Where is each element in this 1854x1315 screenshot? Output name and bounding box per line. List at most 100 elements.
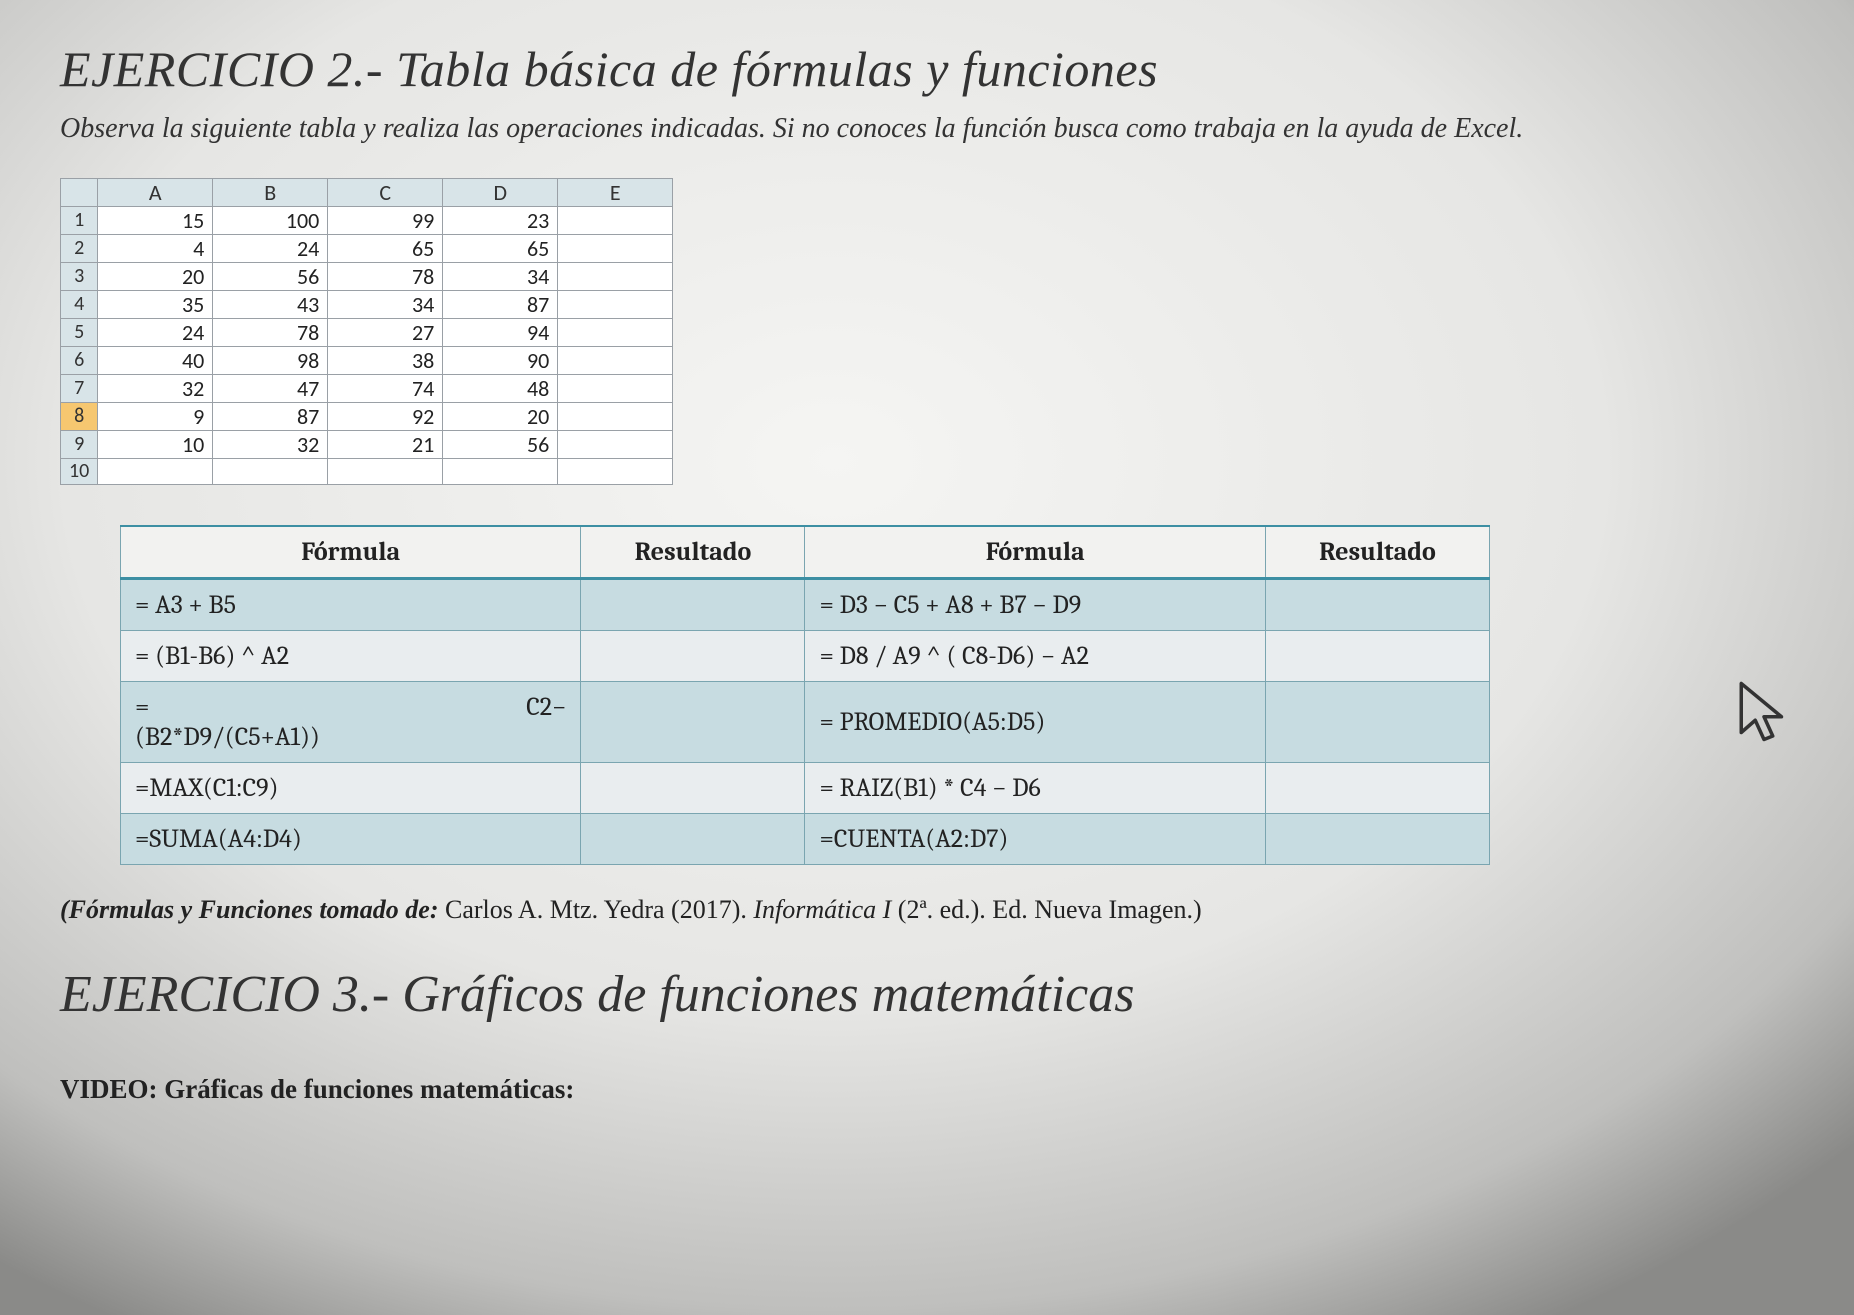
sheet-cell: 9 [98, 402, 213, 430]
sheet-cell: 78 [213, 318, 328, 346]
col-header: D [443, 178, 558, 206]
sheet-cell [558, 430, 673, 458]
result-cell [1265, 578, 1489, 630]
sheet-cell: 78 [328, 262, 443, 290]
formula-cell: = A3 + B5 [121, 578, 581, 630]
result-cell [1265, 681, 1489, 762]
col-header: C [328, 178, 443, 206]
sheet-cell: 92 [328, 402, 443, 430]
sheet-cell: 98 [213, 346, 328, 374]
formula-cell: = PROMEDIO(A5:D5) [805, 681, 1265, 762]
sheet-cell: 21 [328, 430, 443, 458]
sheet-cell: 87 [213, 402, 328, 430]
row-header: 3 [61, 262, 98, 290]
result-cell [1265, 630, 1489, 681]
heading-ejercicio-3: EJERCICIO 3.- Gráficos de funciones mate… [60, 965, 1794, 1024]
sheet-cell: 87 [443, 290, 558, 318]
sheet-cell: 47 [213, 374, 328, 402]
sheet-cell [558, 290, 673, 318]
sheet-cell [558, 262, 673, 290]
heading-ejercicio-2: EJERCICIO 2.- Tabla básica de fórmulas y… [60, 40, 1794, 98]
formula-cell: = (B1-B6) ^ A2 [121, 630, 581, 681]
sheet-cell [213, 458, 328, 484]
sheet-cell [558, 374, 673, 402]
formula-cell: =MAX(C1:C9) [121, 762, 581, 813]
formula-exercise-table: Fórmula Resultado Fórmula Resultado = A3… [120, 525, 1490, 865]
row-header: 8 [61, 402, 98, 430]
citation-lead: (Fórmulas y Funciones tomado de: [60, 895, 445, 924]
citation-author: Carlos A. Mtz. Yedra (2017). [445, 895, 747, 924]
result-cell [1265, 762, 1489, 813]
sheet-cell [328, 458, 443, 484]
row-header: 7 [61, 374, 98, 402]
sheet-cell [558, 318, 673, 346]
formula-cell: =CUENTA(A2:D7) [805, 813, 1265, 864]
sheet-corner [61, 178, 98, 206]
sheet-cell: 56 [213, 262, 328, 290]
sheet-cell: 100 [213, 206, 328, 234]
sheet-cell: 20 [443, 402, 558, 430]
result-cell [581, 681, 805, 762]
formula-cell: = RAIZ(B1) * C4 − D6 [805, 762, 1265, 813]
video-label: VIDEO: Gráficas de funciones matemáticas… [60, 1074, 1794, 1105]
sheet-cell: 10 [98, 430, 213, 458]
sheet-cell: 24 [213, 234, 328, 262]
row-header: 2 [61, 234, 98, 262]
sheet-cell: 90 [443, 346, 558, 374]
sheet-cell [558, 458, 673, 484]
spreadsheet-data-table: A B C D E 115100992324246565320567834435… [60, 178, 673, 485]
row-header: 4 [61, 290, 98, 318]
col-header: E [558, 178, 673, 206]
col-header: A [98, 178, 213, 206]
sheet-cell: 4 [98, 234, 213, 262]
sheet-cell: 27 [328, 318, 443, 346]
sheet-cell [98, 458, 213, 484]
sheet-cell: 32 [98, 374, 213, 402]
citation-work: Informática I [747, 895, 898, 924]
result-header: Resultado [1265, 526, 1489, 579]
result-header: Resultado [581, 526, 805, 579]
sheet-cell [443, 458, 558, 484]
sheet-cell [558, 234, 673, 262]
citation-rest: (2ª. ed.). Ed. Nueva Imagen.) [898, 895, 1202, 924]
formula-cell: =C2−(B2*D9/(C5+A1)) [121, 681, 581, 762]
formula-header: Fórmula [805, 526, 1265, 579]
sheet-cell: 32 [213, 430, 328, 458]
result-cell [1265, 813, 1489, 864]
sheet-cell: 65 [328, 234, 443, 262]
sheet-cell: 56 [443, 430, 558, 458]
formula-cell: =SUMA(A4:D4) [121, 813, 581, 864]
sheet-cell: 94 [443, 318, 558, 346]
sheet-cell: 65 [443, 234, 558, 262]
sheet-cell: 34 [328, 290, 443, 318]
formula-cell: = D8 / A9 ^ ( C8-D6) − A2 [805, 630, 1265, 681]
sheet-cell [558, 402, 673, 430]
col-header: B [213, 178, 328, 206]
sheet-cell [558, 206, 673, 234]
row-header: 9 [61, 430, 98, 458]
formula-cell: = D3 − C5 + A8 + B7 − D9 [805, 578, 1265, 630]
instruction-text: Observa la siguiente tabla y realiza las… [60, 110, 1794, 148]
citation-text: (Fórmulas y Funciones tomado de: Carlos … [60, 895, 1794, 925]
sheet-cell: 38 [328, 346, 443, 374]
sheet-cell: 40 [98, 346, 213, 374]
result-cell [581, 578, 805, 630]
result-cell [581, 762, 805, 813]
sheet-cell [558, 346, 673, 374]
result-cell [581, 630, 805, 681]
sheet-cell: 48 [443, 374, 558, 402]
row-header: 5 [61, 318, 98, 346]
sheet-cell: 23 [443, 206, 558, 234]
result-cell [581, 813, 805, 864]
sheet-cell: 15 [98, 206, 213, 234]
sheet-cell: 74 [328, 374, 443, 402]
row-header: 6 [61, 346, 98, 374]
sheet-cell: 35 [98, 290, 213, 318]
formula-header: Fórmula [121, 526, 581, 579]
mouse-cursor-icon [1734, 680, 1794, 755]
sheet-cell: 34 [443, 262, 558, 290]
row-header: 10 [61, 458, 98, 484]
sheet-cell: 24 [98, 318, 213, 346]
sheet-cell: 43 [213, 290, 328, 318]
sheet-cell: 20 [98, 262, 213, 290]
